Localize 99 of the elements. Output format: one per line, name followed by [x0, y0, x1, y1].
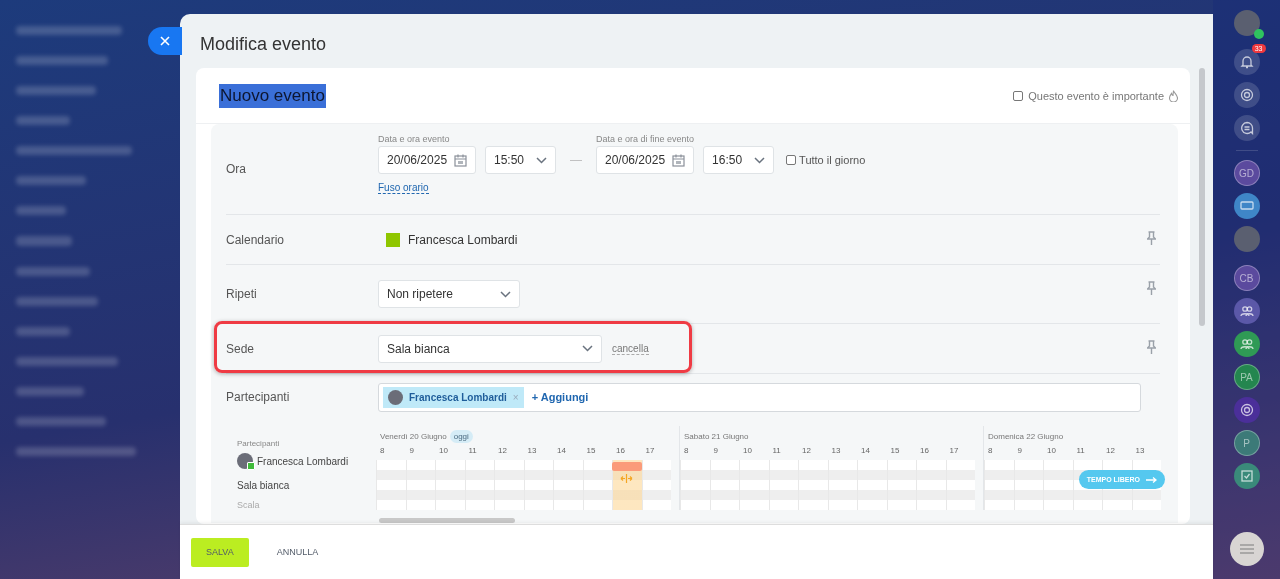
add-link[interactable]: + Aggiungi: [531, 391, 589, 403]
chat-button[interactable]: [1233, 115, 1260, 141]
important-label: Questo evento è importante: [1028, 89, 1164, 102]
hour-label: 15: [585, 446, 597, 457]
bell-button[interactable]: [1233, 49, 1260, 75]
chevron-down-icon: [500, 290, 511, 298]
menu-button[interactable]: [1229, 532, 1264, 566]
scale-label: Scala: [237, 500, 261, 510]
date-field[interactable]: 20/06/2025: [378, 146, 476, 174]
scrollbar-thumb[interactable]: [379, 518, 515, 523]
people-icon: [1239, 304, 1254, 318]
hour-label: 14: [860, 446, 871, 457]
hour-label: 11: [467, 446, 478, 457]
close-icon: [160, 36, 170, 46]
calendar-icon[interactable]: [672, 153, 685, 167]
hour-label: 9: [1016, 446, 1023, 457]
task-button[interactable]: [1233, 463, 1260, 489]
flame-icon: [1169, 89, 1178, 102]
hour-label: 9: [408, 446, 415, 457]
timezone-link[interactable]: Fuso orario: [378, 182, 429, 194]
repeat-select[interactable]: Non ripetere: [378, 280, 520, 308]
panel-title: Modifica evento: [199, 33, 328, 56]
event-title[interactable]: Nuovo evento: [219, 83, 326, 108]
participant-chip[interactable]: Francesca Lombardi ×: [383, 386, 524, 408]
room-name: Sala bianca: [237, 479, 290, 491]
group-chat-button[interactable]: [1233, 193, 1260, 219]
day-label: Domenica 22 Giugno: [988, 431, 1064, 441]
hour-label: 11: [771, 446, 782, 457]
hour-label: 16: [919, 446, 930, 457]
list-heading: Partecipanti: [237, 439, 281, 448]
date-field[interactable]: 20/06/2025: [596, 146, 694, 174]
field-caption: Data e ora di fine evento: [596, 134, 695, 144]
hour-label: 17: [948, 446, 960, 457]
pin-icon[interactable]: [1147, 231, 1156, 245]
hour-label: 13: [830, 446, 842, 457]
chat-bubble-icon: [1239, 199, 1254, 213]
day-label: Venerdì 20 Giugno: [380, 431, 447, 441]
hour-label: 10: [1046, 446, 1057, 457]
all-day-label: Tutto il giorno: [799, 154, 866, 166]
hour-label: 15: [889, 446, 901, 457]
chevron-down-icon: [754, 156, 766, 164]
field-label: Partecipanti: [226, 390, 291, 404]
initials-avatar[interactable]: GD: [1233, 160, 1260, 186]
people-icon: [1239, 337, 1254, 351]
clear-link[interactable]: cancella: [612, 342, 649, 355]
chevron-down-icon: [582, 345, 593, 352]
avatar-circle: [237, 453, 253, 469]
participant-name: Francesca Lombardi: [257, 455, 349, 467]
hour-label: 8: [987, 446, 994, 457]
hour-label: 17: [644, 446, 656, 457]
field-label: Ora: [226, 162, 247, 176]
pin-icon[interactable]: [1147, 281, 1156, 295]
hour-label: 13: [1134, 446, 1146, 457]
location-select[interactable]: Sala bianca: [378, 334, 602, 363]
important-checkbox[interactable]: [1013, 90, 1024, 101]
calendar-icon[interactable]: [454, 153, 467, 167]
bell-icon: [1239, 55, 1254, 69]
hour-label: 12: [801, 446, 812, 457]
scrollbar-thumb[interactable]: [1199, 68, 1205, 326]
menu-icon: [1239, 544, 1254, 554]
hour-label: 8: [683, 446, 690, 457]
hour-label: 11: [1075, 446, 1086, 457]
close-button[interactable]: [148, 27, 182, 55]
hour-label: 16: [615, 446, 626, 457]
initials-avatar[interactable]: CB: [1233, 265, 1260, 291]
target-button[interactable]: [1233, 397, 1260, 423]
time-select[interactable]: 15:50: [485, 146, 556, 174]
hour-label: 12: [1105, 446, 1116, 457]
target-icon: [1239, 88, 1254, 102]
hour-label: 12: [497, 446, 508, 457]
hour-label: 8: [379, 446, 386, 457]
field-label: Ripeti: [226, 287, 258, 301]
day-label: Sabato 21 Giugno: [684, 431, 749, 441]
calendar-name[interactable]: Francesca Lombardi: [408, 232, 518, 247]
checkbox-icon: [1239, 469, 1254, 483]
time-select[interactable]: 16:50: [703, 146, 775, 174]
group-button[interactable]: [1233, 298, 1260, 324]
field-caption: Data e ora evento: [378, 134, 451, 144]
avatar-circle: [388, 389, 403, 405]
arrow-right-icon: [1146, 476, 1157, 483]
group-button[interactable]: [1233, 331, 1260, 357]
save-button[interactable]: SALVA: [191, 537, 249, 567]
participants-field[interactable]: Francesca Lombardi × + Aggiungi: [378, 382, 1141, 412]
chevron-down-icon: [536, 156, 547, 164]
all-day-checkbox[interactable]: [786, 155, 797, 165]
hour-label: 9: [712, 446, 719, 457]
hour-label: 14: [556, 446, 567, 457]
field-label: Calendario: [226, 232, 286, 247]
hour-label: 13: [526, 446, 538, 457]
target-icon: [1239, 403, 1254, 417]
chat-icon: [1239, 121, 1254, 135]
hour-label: 10: [742, 446, 753, 457]
today-badge: oggi: [449, 429, 473, 443]
range-separator: —: [570, 152, 582, 169]
cancel-button[interactable]: ANNULLA: [261, 537, 334, 567]
field-label: Sede: [226, 341, 256, 356]
hour-label: 10: [438, 446, 449, 457]
pin-icon[interactable]: [1147, 340, 1156, 354]
target-button[interactable]: [1233, 82, 1260, 108]
